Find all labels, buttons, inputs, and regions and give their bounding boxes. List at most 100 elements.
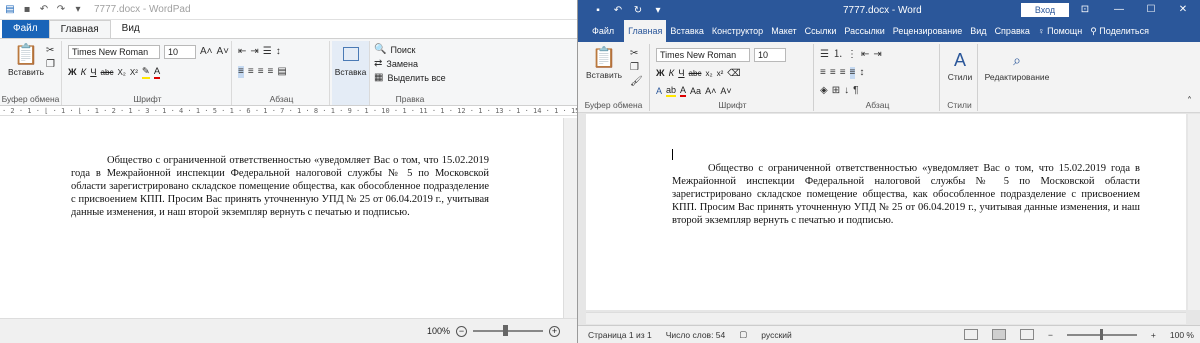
bold-icon[interactable]: Ж — [68, 67, 77, 78]
save-icon[interactable]: ▪ — [592, 5, 604, 16]
zoom-out-icon[interactable]: − — [456, 325, 467, 337]
undo-icon[interactable]: ↶ — [38, 4, 50, 15]
paste-button[interactable]: 📋 Вставить — [582, 46, 626, 80]
shading-icon[interactable]: ◈ — [820, 85, 828, 97]
language[interactable]: русский — [761, 330, 792, 340]
borders-icon[interactable]: ⊞ — [832, 85, 840, 97]
superscript-icon[interactable]: x² — [717, 69, 724, 78]
increase-indent-icon[interactable]: ⇥ — [250, 46, 258, 58]
tab-home[interactable]: Главная — [48, 20, 111, 38]
zoom-slider[interactable] — [1066, 328, 1137, 340]
justify-icon[interactable]: ≡ — [268, 66, 274, 78]
grow-font-icon[interactable]: A˄ — [200, 46, 213, 58]
cut-icon[interactable]: ✂ — [630, 48, 638, 60]
tab-review[interactable]: Рецензирование — [889, 20, 967, 42]
select-all-button[interactable]: Выделить все — [387, 73, 445, 83]
tab-insert[interactable]: Вставка — [666, 20, 707, 42]
editing-button[interactable]: ⌕ Редактирование — [982, 48, 1052, 82]
vertical-scrollbar[interactable] — [563, 118, 577, 318]
zoom-in-icon[interactable]: + — [549, 325, 560, 337]
line-spacing-icon[interactable]: ↕ — [859, 67, 864, 79]
bullets-icon[interactable]: ☰ — [263, 46, 272, 58]
maximize-icon[interactable]: ☐ — [1134, 0, 1168, 20]
shrink-font-icon[interactable]: A˅ — [217, 46, 230, 58]
bullets-icon[interactable]: ☰ — [820, 49, 829, 61]
copy-icon[interactable]: ❐ — [630, 62, 639, 74]
minimize-icon[interactable]: — — [1102, 0, 1136, 20]
page-count[interactable]: Страница 1 из 1 — [588, 330, 652, 340]
help-search[interactable]: ♀ Помощн — [1034, 20, 1086, 42]
copy-icon[interactable]: ❐ — [46, 59, 55, 71]
word-page[interactable]: Общество с ограниченной ответственностью… — [586, 114, 1186, 310]
vertical-scrollbar[interactable] — [1188, 114, 1200, 310]
tab-file[interactable]: Файл — [2, 20, 49, 38]
sort-icon[interactable]: ↓ — [844, 85, 849, 97]
superscript-icon[interactable]: X² — [130, 68, 138, 77]
undo-icon[interactable]: ↶ — [612, 5, 624, 16]
close-icon[interactable]: ✕ — [1166, 0, 1200, 20]
align-center-icon[interactable]: ≡ — [830, 67, 836, 79]
save-icon[interactable]: ▪ — [21, 4, 33, 15]
redo-icon[interactable]: ↻ — [632, 5, 644, 16]
tab-view[interactable]: Вид — [966, 20, 990, 42]
multilevel-icon[interactable]: ⋮ — [847, 49, 857, 61]
collapse-ribbon-icon[interactable]: ˄ — [1187, 96, 1192, 108]
zoom-slider-thumb[interactable] — [503, 325, 508, 336]
document-text[interactable]: Общество с ограниченной ответственностью… — [71, 154, 489, 219]
zoom-out-icon[interactable]: − — [1048, 330, 1053, 340]
tab-file[interactable]: Файл — [582, 20, 624, 42]
align-right-icon[interactable]: ≡ — [840, 67, 846, 79]
highlight-icon[interactable]: ✎ — [141, 66, 150, 79]
align-left-icon[interactable]: ≡ — [238, 66, 244, 78]
zoom-slider-thumb[interactable] — [1099, 328, 1103, 340]
change-case-icon[interactable]: Aa — [690, 86, 701, 96]
paste-button[interactable]: 📋 Вставить — [6, 43, 46, 77]
bold-icon[interactable]: Ж — [656, 68, 665, 79]
cut-icon[interactable]: ✂ — [46, 45, 54, 57]
underline-icon[interactable]: Ч — [678, 68, 684, 79]
read-mode-icon[interactable] — [963, 329, 978, 340]
italic-icon[interactable]: К — [669, 68, 675, 79]
horizontal-scrollbar[interactable] — [586, 312, 1186, 324]
highlight-icon[interactable]: ab — [666, 85, 677, 97]
strikethrough-icon[interactable]: abc — [101, 68, 114, 77]
font-name-select[interactable]: Times New Roman — [68, 45, 160, 59]
zoom-level[interactable]: 100 % — [1170, 330, 1200, 340]
font-color-icon[interactable]: A — [680, 85, 687, 97]
format-painter-icon[interactable]: 🖌 — [630, 76, 643, 88]
paragraph-settings-icon[interactable]: ▤ — [277, 66, 286, 78]
wordpad-document[interactable]: Общество с ограниченной ответственностью… — [0, 118, 563, 318]
zoom-in-icon[interactable]: + — [1151, 330, 1156, 340]
font-size-select[interactable]: 10 — [164, 45, 196, 59]
numbering-icon[interactable]: ⒈ — [833, 49, 843, 61]
grow-font-icon[interactable]: A˄ — [705, 86, 716, 96]
find-button[interactable]: Поиск — [390, 45, 415, 55]
insert-button[interactable]: Вставка — [332, 41, 370, 105]
line-spacing-icon[interactable]: ↕ — [276, 46, 281, 58]
subscript-icon[interactable]: x₂ — [705, 69, 712, 78]
print-layout-icon[interactable] — [991, 329, 1006, 340]
increase-indent-icon[interactable]: ⇥ — [873, 49, 881, 61]
tab-view[interactable]: Вид — [111, 20, 151, 38]
ruler[interactable]: · 2 · 1 · ⌊ · 1 · ⌊ · 1 · 2 · 1 · 3 · 1 … — [0, 106, 577, 116]
clear-format-icon[interactable]: ⌫ — [727, 68, 740, 79]
show-marks-icon[interactable]: ¶ — [853, 85, 858, 97]
italic-icon[interactable]: К — [81, 67, 87, 78]
ribbon-display-icon[interactable]: ⊡ — [1068, 0, 1102, 20]
share-button[interactable]: ⚲ Поделиться — [1086, 20, 1153, 42]
customize-icon[interactable]: ▾ — [652, 5, 664, 16]
justify-icon[interactable]: ≡ — [849, 67, 856, 79]
zoom-slider[interactable] — [473, 325, 543, 336]
align-center-icon[interactable]: ≡ — [248, 66, 254, 78]
web-layout-icon[interactable] — [1019, 329, 1034, 340]
font-name-select[interactable]: Times New Roman — [656, 48, 750, 62]
customize-icon[interactable]: ▾ — [72, 4, 84, 15]
tab-help[interactable]: Справка — [991, 20, 1034, 42]
word-count[interactable]: Число слов: 54 — [666, 330, 726, 340]
font-color-icon[interactable]: A — [153, 66, 161, 79]
text-effects-icon[interactable]: A — [656, 86, 662, 96]
tab-home[interactable]: Главная — [624, 20, 667, 42]
replace-button[interactable]: Замена — [386, 59, 418, 69]
tab-design[interactable]: Конструктор — [708, 20, 767, 42]
strikethrough-icon[interactable]: abc — [689, 69, 702, 78]
